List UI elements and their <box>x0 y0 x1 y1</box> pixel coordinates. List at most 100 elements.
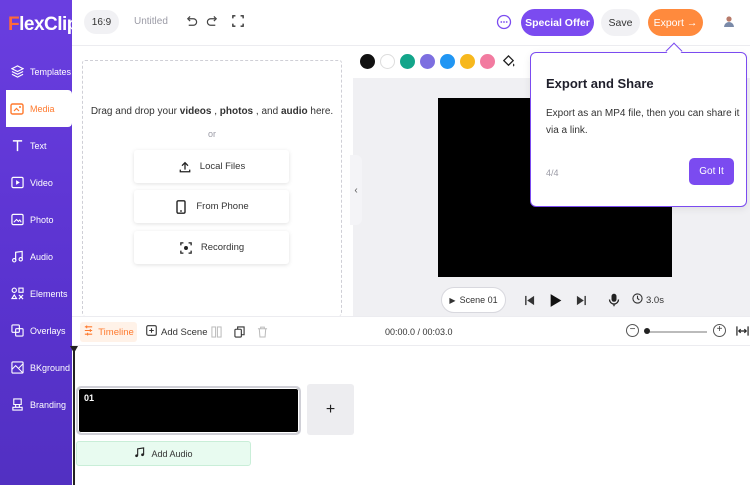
from-phone-button[interactable]: From Phone <box>134 190 289 223</box>
tab-timeline[interactable]: Timeline <box>80 322 137 342</box>
zoom-slider-track[interactable] <box>645 331 707 333</box>
upload-icon <box>178 160 192 174</box>
duplicate-icon[interactable] <box>233 325 245 338</box>
collapse-panel-button[interactable]: ‹ <box>350 155 362 225</box>
trash-icon[interactable] <box>256 325 268 338</box>
avatar[interactable] <box>722 14 736 28</box>
sidebar-item-label: Branding <box>30 399 67 410</box>
playhead-handle[interactable] <box>70 346 78 353</box>
duration-label: 3.0s <box>646 294 664 306</box>
fit-timeline-icon[interactable] <box>735 324 749 338</box>
logo: FlexClip <box>8 14 78 35</box>
tab-timeline-label: Timeline <box>98 326 134 338</box>
sidebar-item-label: Photo <box>30 214 54 225</box>
add-square-icon <box>146 325 157 339</box>
sidebar-item-overlays[interactable]: Overlays <box>0 312 72 349</box>
export-button[interactable]: Export → <box>648 9 703 36</box>
tooltip-title: Export and Share <box>546 76 654 91</box>
recording-button[interactable]: Recording <box>134 231 289 264</box>
video-icon <box>10 176 24 190</box>
color-swatch-purple[interactable] <box>420 54 435 69</box>
color-swatch-blue[interactable] <box>440 54 455 69</box>
duration-display[interactable]: 3.0s <box>632 293 664 307</box>
record-icon <box>179 241 193 255</box>
overlays-icon <box>10 324 24 338</box>
got-it-button[interactable]: Got It <box>689 158 734 185</box>
recording-label: Recording <box>200 242 245 253</box>
paint-bucket-icon[interactable] <box>501 54 516 69</box>
drop-zone[interactable] <box>82 60 342 316</box>
clip-number: 01 <box>84 393 95 403</box>
skip-back-icon[interactable] <box>522 293 536 307</box>
play-icon[interactable] <box>548 292 564 308</box>
fullscreen-icon[interactable] <box>230 13 246 29</box>
skip-forward-icon[interactable] <box>574 293 588 307</box>
add-audio-label: Add Audio <box>151 448 193 459</box>
chat-icon[interactable] <box>496 14 512 30</box>
play-small-icon: ▶ <box>449 295 456 305</box>
sidebar-item-templates[interactable]: Templates <box>0 53 72 90</box>
color-swatch-yellow[interactable] <box>460 54 475 69</box>
timeline-toolbar: Timeline Add Scene 00:00.0 / 00:03.0 − + <box>72 316 750 346</box>
sidebar-item-elements[interactable]: Elements <box>0 275 72 312</box>
top-bar: 16:9 Untitled Special Offer Save Export … <box>72 0 750 46</box>
media-icon <box>10 102 24 116</box>
sidebar-item-audio[interactable]: Audio <box>0 238 72 275</box>
playhead[interactable] <box>73 346 75 485</box>
sidebar-item-media[interactable]: Media <box>6 90 72 127</box>
zoom-out-icon[interactable]: − <box>626 324 639 337</box>
timeline-icon <box>83 325 94 339</box>
phone-icon <box>174 199 188 214</box>
aspect-ratio-button[interactable]: 16:9 <box>84 10 119 34</box>
photo-icon <box>10 213 24 227</box>
music-note-icon <box>134 447 145 460</box>
tooltip-body: Export as an MP4 file, then you can shar… <box>546 108 740 136</box>
sidebar-item-video[interactable]: Video <box>0 164 72 201</box>
redo-icon[interactable] <box>204 13 220 29</box>
sidebar-item-branding[interactable]: Branding <box>0 386 72 423</box>
color-swatch-pink[interactable] <box>480 54 495 69</box>
sidebar-item-photo[interactable]: Photo <box>0 201 72 238</box>
save-button[interactable]: Save <box>601 9 640 36</box>
layers-icon <box>10 65 24 79</box>
export-tooltip: Export and Share Export as an MP4 file, … <box>530 52 747 207</box>
clock-icon <box>632 293 643 307</box>
zoom-in-icon[interactable]: + <box>713 324 726 337</box>
sidebar: FlexClip Templates Media Text Video Phot… <box>0 0 78 485</box>
drag-drop-text: Drag and drop your videos , photos , and… <box>90 106 334 117</box>
local-files-button[interactable]: Local Files <box>134 150 289 183</box>
sidebar-item-label: Text <box>30 140 47 151</box>
scene-selector[interactable]: ▶ Scene 01 <box>441 287 506 313</box>
sidebar-item-label: Overlays <box>30 325 66 336</box>
sidebar-item-label: Media <box>30 103 55 114</box>
timecode: 00:00.0 / 00:03.0 <box>385 327 453 337</box>
scene-clip[interactable]: 01 <box>76 386 301 435</box>
media-panel: Drag and drop your videos , photos , and… <box>72 46 353 316</box>
split-icon[interactable] <box>210 325 222 338</box>
color-swatch-black[interactable] <box>360 54 375 69</box>
add-clip-button[interactable]: + <box>307 384 354 435</box>
add-scene-button[interactable]: Add Scene <box>146 325 207 339</box>
color-swatch-teal[interactable] <box>400 54 415 69</box>
microphone-icon[interactable] <box>607 293 621 307</box>
project-title[interactable]: Untitled <box>134 16 168 27</box>
plus-icon: + <box>325 400 336 418</box>
add-audio-button[interactable]: Add Audio <box>76 441 251 466</box>
branding-icon <box>10 398 24 412</box>
zoom-slider-handle[interactable] <box>644 328 650 334</box>
sidebar-item-label: Elements <box>30 288 68 299</box>
background-icon <box>10 361 24 375</box>
sidebar-item-bkground[interactable]: BKground <box>0 349 72 386</box>
scene-label: Scene 01 <box>459 295 498 305</box>
tooltip-step: 4/4 <box>546 168 559 178</box>
sidebar-item-label: BKground <box>30 362 71 373</box>
special-offer-button[interactable]: Special Offer <box>521 9 594 36</box>
flexclip-editor: FlexClip Templates Media Text Video Phot… <box>0 0 750 485</box>
chevron-left-icon: ‹ <box>354 184 358 196</box>
sidebar-item-label: Templates <box>30 66 72 77</box>
undo-icon[interactable] <box>183 13 199 29</box>
player-controls: ▶ Scene 01 3.0s <box>441 287 673 313</box>
color-swatch-white[interactable] <box>380 54 395 69</box>
sidebar-item-text[interactable]: Text <box>0 127 72 164</box>
text-icon <box>10 139 24 153</box>
